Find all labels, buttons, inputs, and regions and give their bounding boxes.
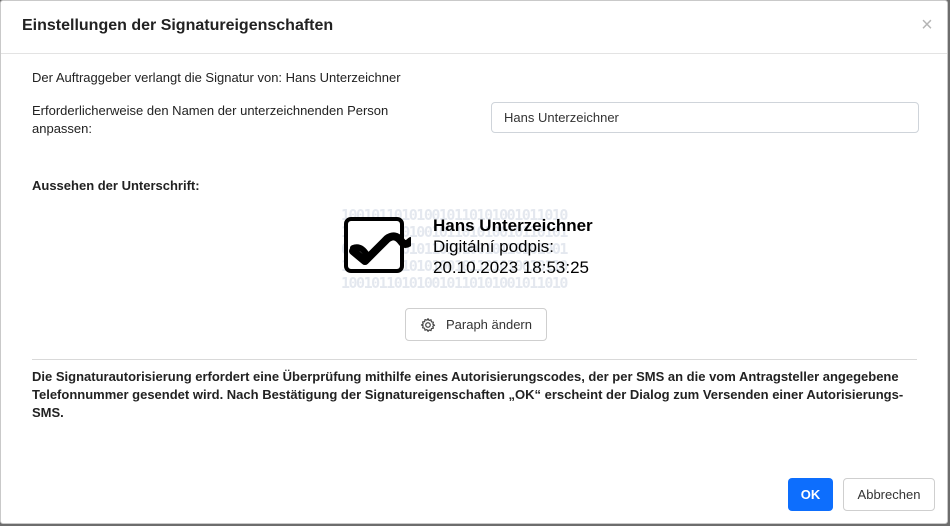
signature-appearance-label: Aussehen der Unterschrift:	[32, 178, 200, 193]
dialog-header: Einstellungen der Signatureigenschaften …	[1, 1, 947, 54]
signature-name: Hans Unterzeichner	[433, 216, 593, 235]
signature-check-icon	[344, 217, 411, 273]
signature-label: Digitální podpis:	[433, 237, 554, 256]
signature-timestamp: 20.10.2023 18:53:25	[433, 258, 589, 277]
requester-text: Der Auftraggeber verlangt die Signatur v…	[32, 70, 401, 85]
gear-icon	[420, 317, 436, 332]
close-icon[interactable]: ×	[917, 14, 937, 36]
divider	[32, 359, 917, 360]
signature-settings-dialog: Einstellungen der Signatureigenschaften …	[0, 0, 948, 524]
change-paraph-button[interactable]: Paraph ändern	[405, 308, 547, 341]
signer-name-label: Erforderlicherweise den Namen der unterz…	[32, 103, 389, 136]
ok-button[interactable]: OK	[788, 478, 833, 511]
signature-preview: 100101101010010110101001011010 101011010…	[341, 207, 611, 291]
change-paraph-label: Paraph ändern	[445, 317, 532, 332]
signer-name-input[interactable]	[491, 102, 919, 133]
signature-text: Hans Unterzeichner Digitální podpis: 20.…	[433, 215, 593, 278]
cancel-button[interactable]: Abbrechen	[843, 478, 935, 511]
authorization-info-text: Die Signaturautorisierung erfordert eine…	[32, 369, 904, 420]
dialog-title: Einstellungen der Signatureigenschaften	[22, 17, 334, 34]
